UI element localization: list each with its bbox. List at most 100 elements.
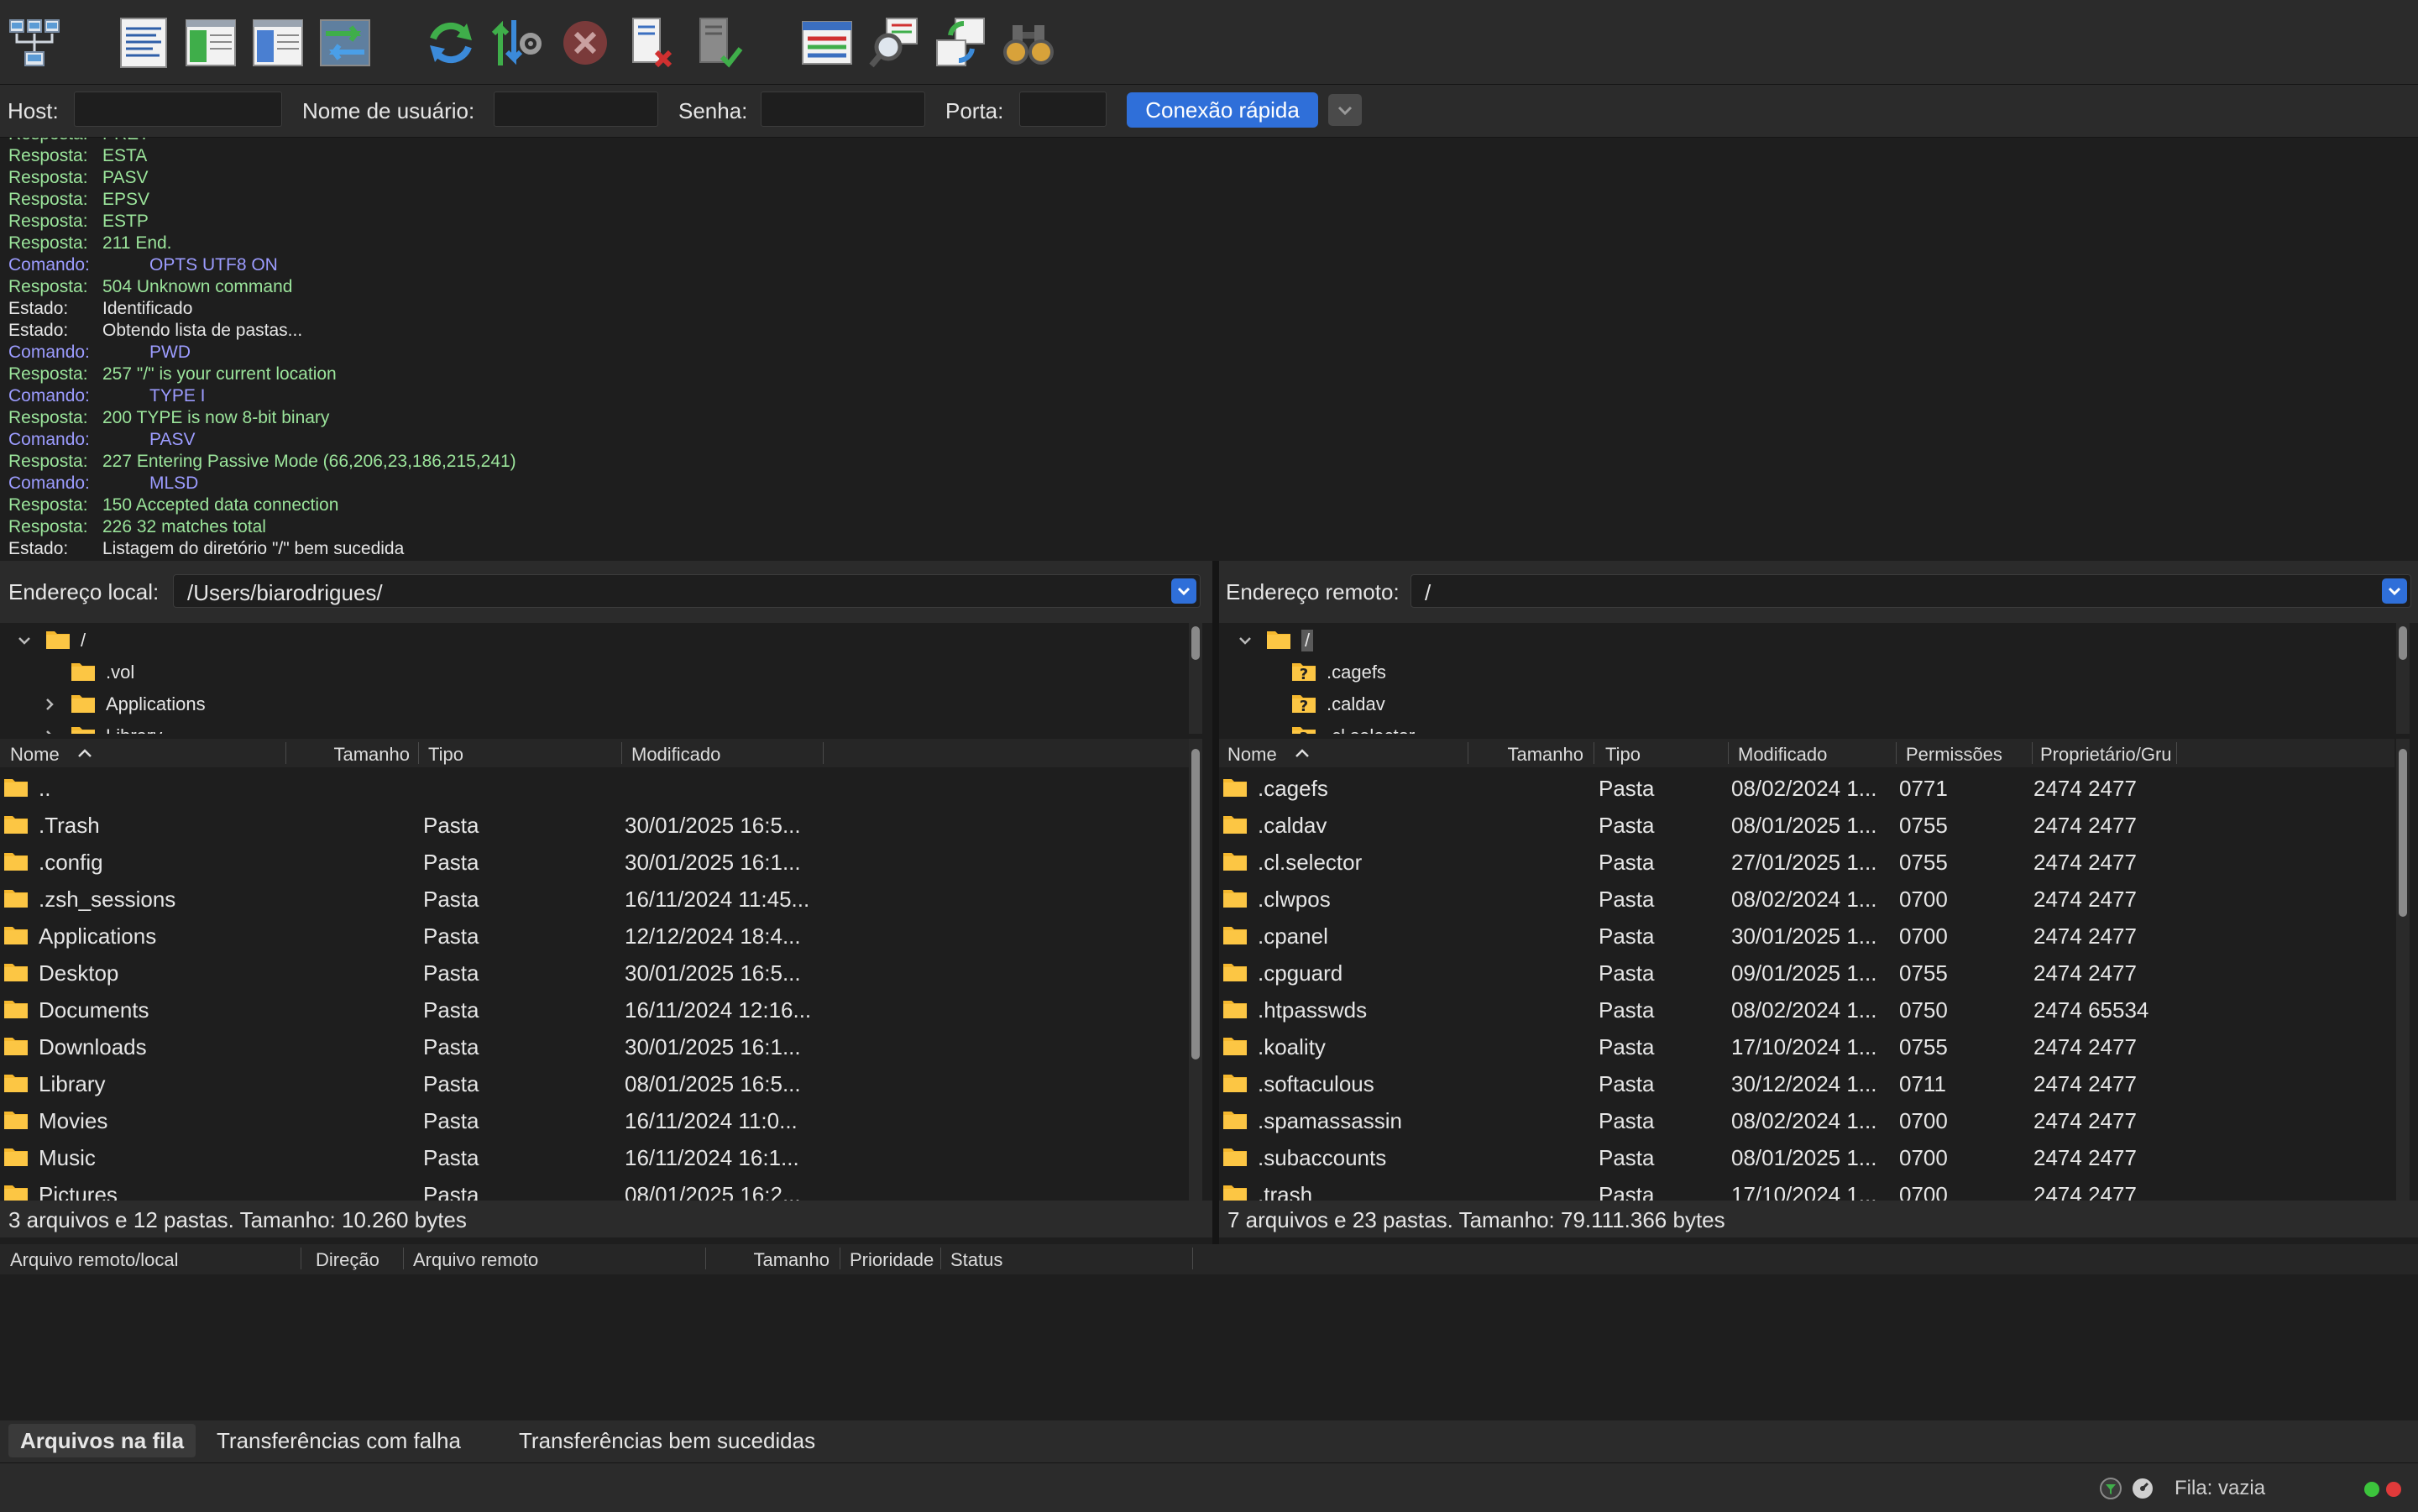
- remote-directory-tree[interactable]: /? .cagefs? .caldav? .cl.selector: [1219, 623, 2418, 734]
- file-row[interactable]: Downloads Pasta 30/01/2025 16:1...: [0, 1026, 1189, 1063]
- remote-list-scroll-thumb[interactable]: [2399, 749, 2407, 917]
- column-header-permissions[interactable]: Permissões: [1906, 744, 2002, 766]
- file-row[interactable]: .zsh_sessions Pasta 16/11/2024 11:45...: [0, 878, 1189, 915]
- message-log-button[interactable]: [116, 15, 171, 71]
- file-row[interactable]: .cpguard Pasta 09/01/2025 1... 0755 2474 247…: [1219, 952, 2394, 989]
- file-row[interactable]: .softaculous Pasta 30/12/2024 1... 0711 2474…: [1219, 1063, 2394, 1100]
- column-separator[interactable]: [621, 742, 622, 764]
- speed-limit-icon[interactable]: [2131, 1477, 2154, 1500]
- filter-status-icon[interactable]: [2099, 1477, 2122, 1500]
- process-queue-button[interactable]: [490, 15, 546, 71]
- cancel-button[interactable]: [557, 15, 613, 71]
- file-row[interactable]: Movies Pasta 16/11/2024 11:0...: [0, 1100, 1189, 1137]
- column-separator[interactable]: [705, 1248, 706, 1269]
- expand-arrow-icon[interactable]: [15, 631, 34, 650]
- column-header-size[interactable]: Tamanho: [1468, 744, 1583, 766]
- column-header-name[interactable]: Nome: [10, 744, 60, 766]
- password-input[interactable]: [761, 92, 925, 127]
- queue-column-header[interactable]: Arquivo remoto/local: [10, 1249, 179, 1271]
- disconnect-button[interactable]: [625, 15, 680, 71]
- file-row[interactable]: Documents Pasta 16/11/2024 12:16...: [0, 989, 1189, 1026]
- remote-list-scrollbar[interactable]: [2396, 739, 2410, 1201]
- file-row[interactable]: .clwpos Pasta 08/02/2024 1... 0700 2474 2477: [1219, 878, 2394, 915]
- transfer-queue-list[interactable]: [0, 1274, 2418, 1420]
- column-separator[interactable]: [823, 742, 824, 764]
- remote-tree-scroll-thumb[interactable]: [2399, 626, 2407, 660]
- local-directory-tree[interactable]: / .vol Applications Library: [0, 623, 1212, 734]
- tab-queue-1[interactable]: Transferências com falha: [205, 1424, 473, 1457]
- quickconnect-button[interactable]: Conexão rápida: [1127, 92, 1318, 128]
- column-separator[interactable]: [418, 742, 419, 764]
- port-input[interactable]: [1019, 92, 1107, 127]
- column-header-type[interactable]: Tipo: [428, 744, 463, 766]
- tab-queue-2[interactable]: Transferências bem sucedidas: [507, 1424, 827, 1457]
- column-separator[interactable]: [940, 1248, 941, 1269]
- local-tree-scroll-thumb[interactable]: [1191, 626, 1200, 660]
- remote-tree-button[interactable]: [250, 15, 306, 71]
- tree-node[interactable]: .vol: [0, 657, 1159, 688]
- file-row[interactable]: .Trash Pasta 30/01/2025 16:5...: [0, 804, 1189, 841]
- file-row[interactable]: .spamassassin Pasta 08/02/2024 1... 0700 247…: [1219, 1100, 2394, 1137]
- compare-directories-button[interactable]: [866, 15, 922, 71]
- column-header-name[interactable]: Nome: [1227, 744, 1277, 766]
- tree-node[interactable]: Library: [0, 720, 1159, 734]
- file-row[interactable]: .subaccounts Pasta 08/01/2025 1... 0700 2474…: [1219, 1137, 2394, 1174]
- quickconnect-history-dropdown[interactable]: [1328, 94, 1362, 126]
- file-row[interactable]: .cl.selector Pasta 27/01/2025 1... 0755 2474…: [1219, 841, 2394, 878]
- transfer-queue-button[interactable]: [317, 15, 373, 71]
- local-file-list[interactable]: .. .Trash Pasta 30/01/2025 16:5... .config Pa…: [0, 767, 1189, 1201]
- local-list-scrollbar[interactable]: [1189, 739, 1202, 1201]
- column-separator[interactable]: [2176, 742, 2177, 764]
- expand-arrow-icon[interactable]: [1236, 631, 1254, 650]
- file-row[interactable]: Desktop Pasta 30/01/2025 16:5...: [0, 952, 1189, 989]
- message-log[interactable]: Resposta:PRETResposta:ESTAResposta:PASVR…: [0, 138, 2418, 559]
- column-header-size[interactable]: Tamanho: [285, 744, 410, 766]
- tree-node[interactable]: /: [1219, 625, 2378, 657]
- file-row[interactable]: Pictures Pasta 08/01/2025 16:2...: [0, 1174, 1189, 1201]
- local-tree-scrollbar[interactable]: [1189, 623, 1202, 734]
- tree-node[interactable]: /: [0, 625, 1159, 657]
- file-row[interactable]: ..: [0, 767, 1189, 804]
- search-files-button[interactable]: [1001, 15, 1056, 71]
- site-manager-button[interactable]: [7, 15, 62, 71]
- file-row[interactable]: .htpasswds Pasta 08/02/2024 1... 0750 2474 6…: [1219, 989, 2394, 1026]
- tab-queue-0[interactable]: Arquivos na fila: [8, 1424, 196, 1457]
- file-row[interactable]: .cagefs Pasta 08/02/2024 1... 0771 2474 2477: [1219, 767, 2394, 804]
- tree-node[interactable]: ? .cagefs: [1219, 657, 2378, 688]
- file-row[interactable]: Library Pasta 08/01/2025 16:5...: [0, 1063, 1189, 1100]
- queue-column-header[interactable]: Direção: [316, 1249, 379, 1271]
- column-header-owner[interactable]: Proprietário/Gru: [2040, 744, 2172, 766]
- column-separator[interactable]: [1896, 742, 1897, 764]
- directory-filters-button[interactable]: [799, 15, 855, 71]
- tree-node[interactable]: Applications: [0, 688, 1159, 720]
- column-header-modified[interactable]: Modificado: [631, 744, 720, 766]
- column-separator[interactable]: [1192, 1248, 1193, 1269]
- tree-node[interactable]: ? .caldav: [1219, 688, 2378, 720]
- sync-browsing-button[interactable]: [934, 15, 989, 71]
- pane-splitter[interactable]: [1212, 561, 1219, 1244]
- column-separator[interactable]: [403, 1248, 404, 1269]
- username-input[interactable]: [494, 92, 658, 127]
- file-row[interactable]: .koality Pasta 17/10/2024 1... 0755 2474 247…: [1219, 1026, 2394, 1063]
- reconnect-button[interactable]: [692, 15, 747, 71]
- local-list-scroll-thumb[interactable]: [1191, 749, 1200, 1059]
- file-row[interactable]: .cpanel Pasta 30/01/2025 1... 0700 2474 2477: [1219, 915, 2394, 952]
- queue-column-header[interactable]: Status: [950, 1249, 1002, 1271]
- file-row[interactable]: .config Pasta 30/01/2025 16:1...: [0, 841, 1189, 878]
- file-row[interactable]: .caldav Pasta 08/01/2025 1... 0755 2474 2477: [1219, 804, 2394, 841]
- collapse-arrow-icon[interactable]: [40, 695, 59, 714]
- refresh-button[interactable]: [423, 15, 479, 71]
- column-separator[interactable]: [1728, 742, 1729, 764]
- file-row[interactable]: Applications Pasta 12/12/2024 18:4...: [0, 915, 1189, 952]
- local-address-dropdown[interactable]: [1171, 578, 1196, 604]
- host-input[interactable]: [74, 92, 282, 127]
- tree-node[interactable]: ? .cl.selector: [1219, 720, 2378, 734]
- file-row[interactable]: .trash Pasta 17/10/2024 1... 0700 2474 2477: [1219, 1174, 2394, 1201]
- column-header-type[interactable]: Tipo: [1605, 744, 1641, 766]
- queue-column-header[interactable]: Tamanho: [705, 1249, 830, 1271]
- local-address-combo[interactable]: /Users/biarodrigues/: [173, 574, 1201, 608]
- queue-column-header[interactable]: Arquivo remoto: [413, 1249, 538, 1271]
- collapse-arrow-icon[interactable]: [40, 727, 59, 734]
- remote-address-dropdown[interactable]: [2382, 578, 2407, 604]
- remote-address-combo[interactable]: /: [1410, 574, 2411, 608]
